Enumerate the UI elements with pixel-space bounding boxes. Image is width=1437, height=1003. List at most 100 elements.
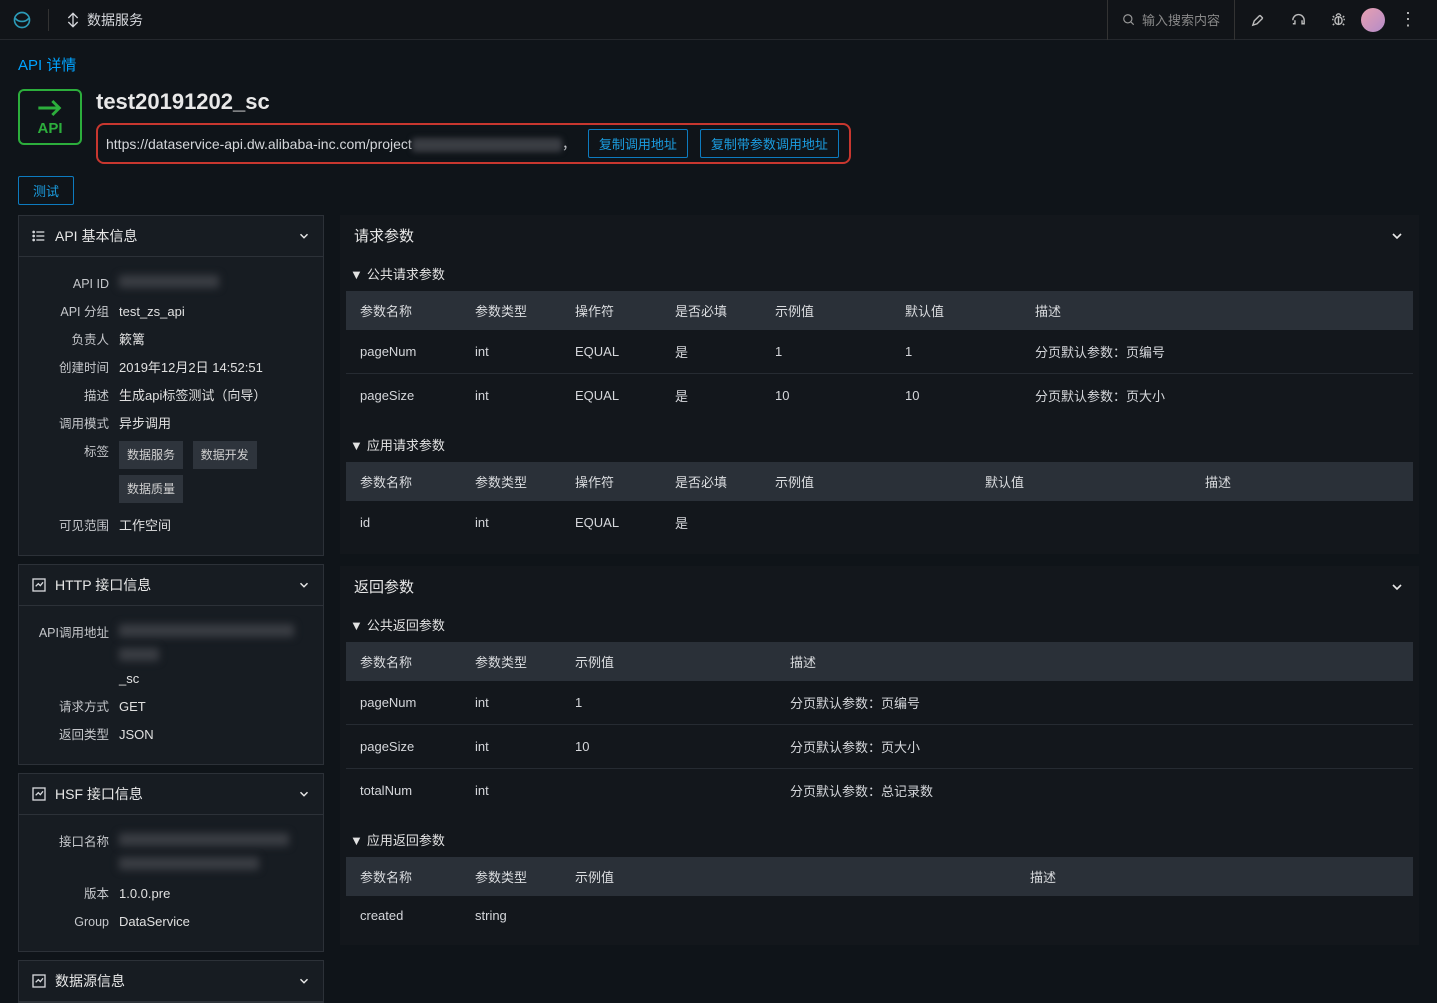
api-header: API test20191202_sc https://dataservice-… [18, 89, 1419, 164]
table-row: totalNumint分页默认参数：总记录数 [346, 769, 1413, 813]
copy-url-params-button[interactable]: 复制带参数调用地址 [700, 129, 839, 158]
value-tags: 数据服务 数据开发 数据质量 [119, 441, 311, 509]
value-hsf-version: 1.0.0.pre [119, 883, 311, 905]
chevron-down-icon [1389, 579, 1405, 595]
th-sample: 示例值 [761, 462, 971, 501]
api-badge: API [18, 89, 82, 145]
avatar[interactable] [1361, 8, 1385, 32]
panel-basic-head[interactable]: API 基本信息 [19, 216, 323, 257]
th-type: 参数类型 [461, 291, 561, 330]
value-desc: 生成api标签测试（向导） [119, 385, 311, 407]
label-http-method: 请求方式 [31, 696, 109, 718]
label-tags: 标签 [31, 441, 109, 463]
tag-item[interactable]: 数据质量 [119, 475, 183, 503]
tag-item[interactable]: 数据开发 [193, 441, 257, 469]
label-mode: 调用模式 [31, 413, 109, 435]
tool-icon[interactable] [1241, 0, 1275, 40]
th-name: 参数名称 [346, 462, 461, 501]
chevron-down-icon [297, 974, 311, 988]
table-row: idintEQUAL是 [346, 501, 1413, 544]
value-http-method: GET [119, 696, 311, 718]
panel-response: 返回参数 ▼公共返回参数 参数名称 参数类型 示例值 描述 pageNumint… [340, 566, 1419, 945]
product-title[interactable]: 数据服务 [65, 10, 143, 30]
search-placeholder: 输入搜索内容 [1142, 10, 1220, 29]
label-hsf-version: 版本 [31, 883, 109, 905]
table-row: pageNumint1分页默认参数：页编号 [346, 681, 1413, 725]
table-public-res: 参数名称 参数类型 示例值 描述 pageNumint1分页默认参数：页编号 p… [346, 642, 1413, 812]
panel-response-head[interactable]: 返回参数 [340, 566, 1419, 607]
api-name: test20191202_sc [96, 89, 1419, 115]
th-required: 是否必填 [661, 462, 761, 501]
table-row: pageNumintEQUAL是11分页默认参数：页编号 [346, 330, 1413, 374]
value-owner: 簌篱 [119, 329, 311, 351]
chart-icon [31, 577, 47, 593]
label-api-group: API 分组 [31, 301, 109, 323]
panel-request-head[interactable]: 请求参数 [340, 215, 1419, 256]
value-http-ret: JSON [119, 724, 311, 746]
th-required: 是否必填 [661, 291, 761, 330]
value-mode: 异步调用 [119, 413, 311, 435]
label-http-ret: 返回类型 [31, 724, 109, 746]
th-desc: 描述 [1191, 462, 1413, 501]
tag-item[interactable]: 数据服务 [119, 441, 183, 469]
table-row: pageSizeintEQUAL是1010分页默认参数：页大小 [346, 374, 1413, 418]
label-desc: 描述 [31, 385, 109, 407]
th-desc: 描述 [776, 642, 1413, 681]
subhead-app-res[interactable]: ▼应用返回参数 [340, 822, 1419, 857]
divider [48, 9, 49, 31]
label-created: 创建时间 [31, 357, 109, 379]
logo-icon[interactable] [12, 10, 32, 30]
label-hsf-name: 接口名称 [31, 831, 109, 853]
label-owner: 负责人 [31, 329, 109, 351]
test-button[interactable]: 测试 [18, 176, 74, 205]
panel-datasource-head[interactable]: 数据源信息 [19, 961, 323, 1002]
search-box[interactable]: 输入搜索内容 [1107, 0, 1235, 40]
panel-http-head[interactable]: HTTP 接口信息 [19, 565, 323, 606]
panel-hsf-title: HSF 接口信息 [55, 784, 143, 804]
panel-http: HTTP 接口信息 API调用地址 _sc 请求方式GET 返回类型JSON [18, 564, 324, 765]
panel-hsf: HSF 接口信息 接口名称 版本1.0.0.pre GroupDataServi… [18, 773, 324, 952]
headset-icon[interactable] [1281, 0, 1315, 40]
url-prefix: https://dataservice-api.dw.alibaba-inc.c… [106, 136, 412, 152]
th-default: 默认值 [891, 291, 1021, 330]
arrow-right-icon [36, 98, 64, 118]
main-column: 请求参数 ▼公共请求参数 参数名称 参数类型 操作符 是否必填 示例值 默认值 … [340, 215, 1419, 945]
product-icon [65, 12, 81, 28]
chart-icon [31, 786, 47, 802]
value-scope: 工作空间 [119, 515, 311, 537]
th-desc: 描述 [1016, 857, 1413, 896]
table-app-req: 参数名称 参数类型 操作符 是否必填 示例值 默认值 描述 idintEQUAL… [346, 462, 1413, 544]
th-type: 参数类型 [461, 642, 561, 681]
panel-basic: API 基本信息 API ID API 分组test_zs_api 负责人簌篱 … [18, 215, 324, 556]
topbar: 数据服务 输入搜索内容 ⋮ [0, 0, 1437, 40]
list-icon [31, 228, 47, 244]
th-type: 参数类型 [461, 462, 561, 501]
url-redacted [412, 138, 562, 152]
panel-hsf-head[interactable]: HSF 接口信息 [19, 774, 323, 815]
value-api-id [119, 273, 311, 295]
chevron-down-icon [297, 229, 311, 243]
value-created: 2019年12月2日 14:52:51 [119, 357, 311, 379]
table-row: pageSizeint10分页默认参数：页大小 [346, 725, 1413, 769]
api-url: https://dataservice-api.dw.alibaba-inc.c… [106, 134, 576, 154]
table-row: createdstring [346, 896, 1413, 935]
table-public-req: 参数名称 参数类型 操作符 是否必填 示例值 默认值 描述 pageNumint… [346, 291, 1413, 417]
th-default: 默认值 [971, 462, 1191, 501]
api-badge-text: API [37, 120, 62, 137]
th-sample: 示例值 [761, 291, 891, 330]
subhead-public-res[interactable]: ▼公共返回参数 [340, 607, 1419, 642]
subhead-public-req[interactable]: ▼公共请求参数 [340, 256, 1419, 291]
th-op: 操作符 [561, 291, 661, 330]
more-icon[interactable]: ⋮ [1391, 0, 1425, 40]
value-hsf-group: DataService [119, 911, 311, 933]
bug-icon[interactable] [1321, 0, 1355, 40]
url-row: https://dataservice-api.dw.alibaba-inc.c… [96, 123, 851, 164]
th-op: 操作符 [561, 462, 661, 501]
subhead-app-req[interactable]: ▼应用请求参数 [340, 427, 1419, 462]
panel-http-title: HTTP 接口信息 [55, 575, 151, 595]
panel-request: 请求参数 ▼公共请求参数 参数名称 参数类型 操作符 是否必填 示例值 默认值 … [340, 215, 1419, 554]
label-scope: 可见范围 [31, 515, 109, 537]
panel-datasource: 数据源信息 [18, 960, 324, 1003]
th-name: 参数名称 [346, 642, 461, 681]
copy-url-button[interactable]: 复制调用地址 [588, 129, 688, 158]
